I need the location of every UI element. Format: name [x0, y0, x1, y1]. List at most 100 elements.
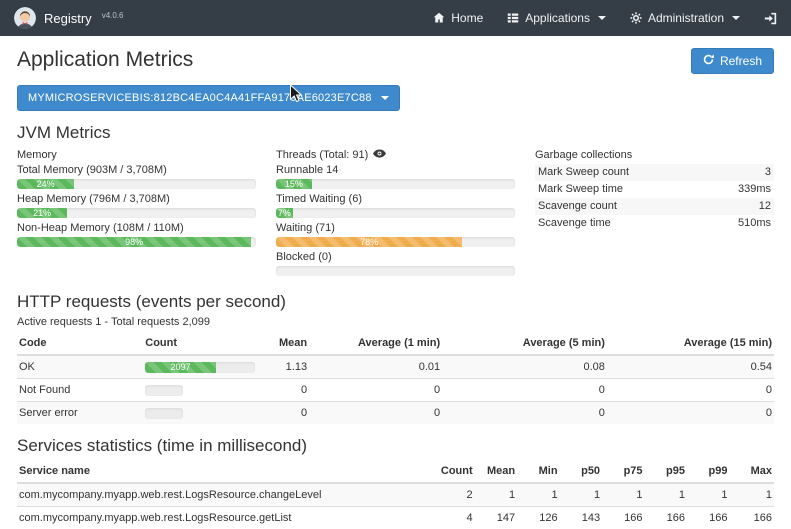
refresh-label: Refresh: [720, 54, 762, 68]
http-requests-table: Code Count Mean Average (1 min) Average …: [17, 332, 774, 424]
table-row: com.mycompany.myapp.web.rest.LogsResourc…: [17, 483, 774, 507]
min-cell: 126: [519, 507, 561, 529]
nav-item-label: Applications: [525, 11, 590, 25]
brand-link[interactable]: Registry v4.0.6: [14, 7, 123, 29]
count-cell: 2097: [141, 355, 259, 379]
page-header: Application Metrics Refresh: [17, 48, 774, 74]
services-table-header-row: Service name Count Mean Min p50 p75 p95 …: [17, 460, 774, 483]
progress-value: 24%: [37, 179, 55, 189]
count-bar-track: [145, 385, 183, 396]
progress-fill: 24%: [17, 179, 74, 189]
gc-row-value: 510ms: [738, 217, 771, 230]
count-bar-track: [145, 408, 183, 419]
count-bar-fill: 2097: [145, 362, 215, 373]
column-header-min: Min: [519, 460, 561, 483]
nav-item-home[interactable]: Home: [433, 11, 483, 25]
avg1-cell: 0.01: [311, 355, 444, 379]
instance-selector-dropdown[interactable]: MYMICROSERVICEBIS:812BC4EA0C4A41FFA9179A…: [17, 85, 400, 111]
avg15-cell: 0: [609, 379, 774, 402]
gc-row: Mark Sweep count 3: [535, 164, 774, 181]
heap-memory-label: Heap Memory (796M / 3,708M): [17, 193, 256, 206]
table-row: Server error 0 0 0 0: [17, 402, 774, 425]
runnable-label: Runnable 14: [276, 164, 515, 177]
progress-value: 78%: [360, 237, 378, 247]
column-header-service-name: Service name: [17, 460, 434, 483]
gc-row: Mark Sweep time 339ms: [535, 181, 774, 198]
memory-column: Memory Total Memory (903M / 3,708M) 24% …: [17, 148, 256, 280]
chevron-down-icon: [381, 96, 389, 100]
column-header-max: Max: [731, 460, 774, 483]
count-cell: 2: [434, 483, 476, 507]
eye-icon[interactable]: [373, 148, 386, 162]
code-cell: Server error: [17, 402, 141, 425]
refresh-button[interactable]: Refresh: [691, 48, 774, 74]
sign-out-icon: [764, 12, 777, 25]
column-header-avg1: Average (1 min): [311, 332, 444, 355]
p99-cell: 166: [689, 507, 731, 529]
waiting-progressbar: 78%: [276, 237, 515, 247]
column-header-avg5: Average (5 min): [444, 332, 609, 355]
progress-value: 98%: [125, 237, 143, 247]
gc-row-label: Mark Sweep count: [538, 166, 629, 179]
gc-rows: Mark Sweep count 3 Mark Sweep time 339ms…: [535, 164, 774, 232]
instance-selector-label: MYMICROSERVICEBIS:812BC4EA0C4A41FFA9179A…: [28, 92, 372, 104]
nav-item-label: Administration: [648, 11, 724, 25]
avg5-cell: 0: [444, 402, 609, 425]
p75-cell: 166: [604, 507, 646, 529]
avg15-cell: 0: [609, 402, 774, 425]
threads-title: Threads (Total: 91): [276, 148, 515, 162]
avg5-cell: 0.08: [444, 355, 609, 379]
mean-cell: 1.13: [259, 355, 311, 379]
avg1-cell: 0: [311, 402, 444, 425]
brand-version: v4.0.6: [102, 11, 124, 20]
gc-title: Garbage collections: [535, 148, 774, 162]
avg1-cell: 0: [311, 379, 444, 402]
navbar-menu: Home Applications: [433, 11, 777, 25]
logout-button[interactable]: [764, 12, 777, 25]
service-name-cell: com.mycompany.myapp.web.rest.LogsResourc…: [17, 483, 434, 507]
column-header-mean: Mean: [259, 332, 311, 355]
nav-item-label: Home: [451, 11, 483, 25]
gc-row-value: 3: [765, 166, 771, 179]
gc-row: Scavenge time 510ms: [535, 215, 774, 232]
services-statistics-table: Service name Count Mean Min p50 p75 p95 …: [17, 460, 774, 529]
jvm-metrics-heading: JVM Metrics: [17, 123, 774, 143]
nav-item-applications[interactable]: Applications: [507, 11, 606, 25]
services-statistics-heading: Services statistics (time in millisecond…: [17, 436, 774, 456]
chevron-down-icon: [732, 16, 740, 20]
heap-memory-progressbar: 21%: [17, 208, 256, 218]
runnable-progressbar: 15%: [276, 179, 515, 189]
waiting-label: Waiting (71): [276, 222, 515, 235]
p50-cell: 1: [562, 483, 604, 507]
gc-row-value: 339ms: [738, 183, 771, 196]
min-cell: 1: [519, 483, 561, 507]
progress-fill: 7%: [276, 208, 293, 218]
column-header-count: Count: [141, 332, 259, 355]
count-bar-track: 2097: [145, 362, 255, 373]
mean-cell: 0: [259, 402, 311, 425]
http-requests-heading: HTTP requests (events per second): [17, 292, 774, 312]
http-requests-subtitle: Active requests 1 - Total requests 2,099: [17, 316, 774, 328]
column-header-p50: p50: [562, 460, 604, 483]
http-table-header-row: Code Count Mean Average (1 min) Average …: [17, 332, 774, 355]
memory-title: Memory: [17, 148, 256, 162]
count-cell: [141, 402, 259, 425]
column-header-p99: p99: [689, 460, 731, 483]
count-cell: [141, 379, 259, 402]
blocked-label: Blocked (0): [276, 251, 515, 264]
p95-cell: 166: [647, 507, 689, 529]
refresh-icon: [703, 54, 714, 68]
progress-fill: 78%: [276, 237, 462, 247]
progress-fill: 21%: [17, 208, 67, 218]
p99-cell: 1: [689, 483, 731, 507]
p75-cell: 1: [604, 483, 646, 507]
applications-icon: [507, 12, 519, 24]
gc-column: Garbage collections Mark Sweep count 3 M…: [535, 148, 774, 280]
code-cell: Not Found: [17, 379, 141, 402]
nav-item-administration[interactable]: Administration: [630, 11, 740, 25]
blocked-progressbar: [276, 266, 515, 276]
mean-cell: 1: [477, 483, 519, 507]
progress-fill: 15%: [276, 179, 312, 189]
service-name-cell: com.mycompany.myapp.web.rest.LogsResourc…: [17, 507, 434, 529]
table-row: OK 2097 1.13 0.01 0.08 0.54: [17, 355, 774, 379]
